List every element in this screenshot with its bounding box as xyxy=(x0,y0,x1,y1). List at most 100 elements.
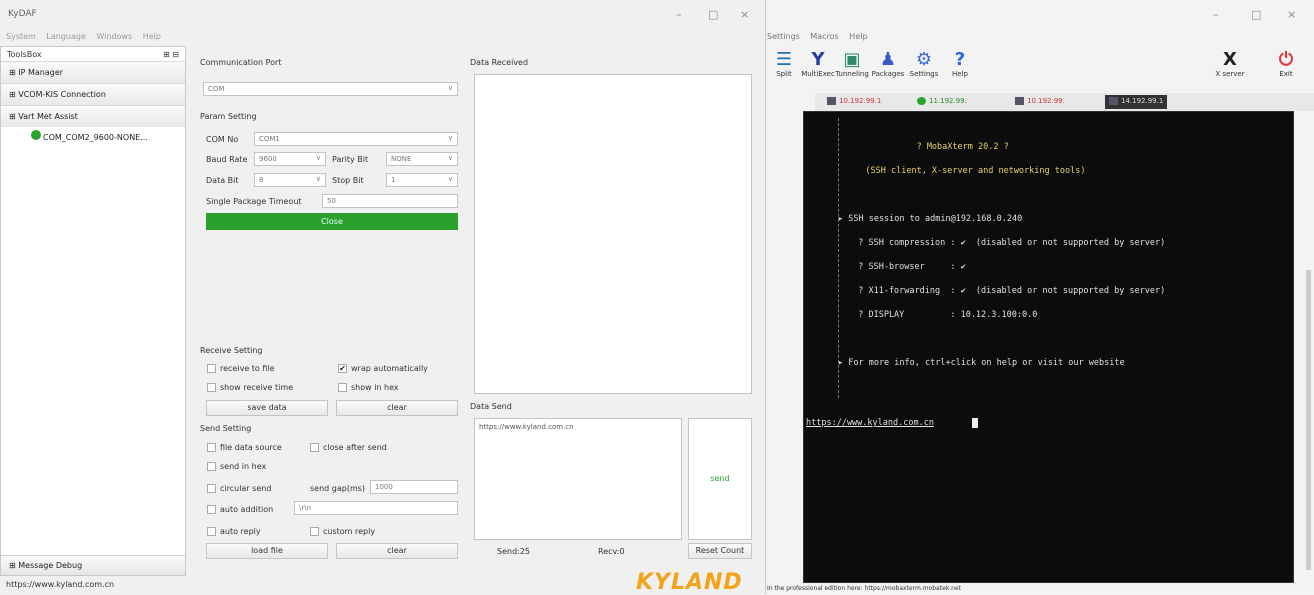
stop-bit-label: Stop Bit xyxy=(332,176,364,185)
help-button[interactable]: ? Help xyxy=(943,49,977,79)
gear-icon: ⚙ xyxy=(915,49,933,70)
menu-system[interactable]: System xyxy=(6,32,36,41)
toolbox-item-vcom[interactable]: ⊞ VCOM-KIS Connection xyxy=(1,83,185,105)
menu-bar: System Language Windows Help xyxy=(6,32,169,41)
custom-reply-label: custom reply xyxy=(323,527,376,536)
terminal-line: ? SSH-browser : ✔ xyxy=(848,262,966,272)
comm-port-label: Communication Port xyxy=(200,58,282,67)
close-button[interactable]: × xyxy=(1287,8,1296,21)
terminal-line: ? DISPLAY : 10.12.3.100:0.0 xyxy=(848,310,1038,320)
send-setting-label: Send Setting xyxy=(200,424,252,433)
help-label: Help xyxy=(952,70,968,78)
close-after-send-checkbox[interactable] xyxy=(310,443,319,452)
baud-label: Baud Rate xyxy=(206,155,248,164)
session-tab-3[interactable]: 10.192.99. xyxy=(1011,95,1069,109)
clear-receive-button[interactable]: clear xyxy=(336,400,458,416)
send-count: Send:25 xyxy=(497,547,531,556)
menu-settings[interactable]: Settings xyxy=(767,32,800,41)
auto-reply-checkbox[interactable] xyxy=(207,527,216,536)
save-data-button[interactable]: save data xyxy=(206,400,328,416)
menu-bar: Settings Macros Help xyxy=(767,32,876,41)
receive-to-file-checkbox[interactable] xyxy=(207,364,216,373)
reset-count-button[interactable]: Reset Count xyxy=(688,543,752,559)
close-button[interactable]: × xyxy=(740,8,749,21)
menu-windows[interactable]: Windows xyxy=(96,32,132,41)
single-timeout-input[interactable]: 50 xyxy=(322,194,458,208)
parity-select[interactable]: NONE xyxy=(386,152,458,166)
data-received-area[interactable] xyxy=(474,74,752,394)
com-session-item[interactable]: COM_COM2_9600-NONE... xyxy=(1,127,185,148)
send-hex-label: send in hex xyxy=(220,462,267,471)
multiexec-icon: Y xyxy=(811,49,825,70)
receive-to-file-label: receive to file xyxy=(220,364,275,373)
close-port-button[interactable]: Close xyxy=(206,213,458,230)
file-source-checkbox[interactable] xyxy=(207,443,216,452)
auto-addition-checkbox[interactable] xyxy=(207,505,216,514)
session-tab-label: 10.192.99.1 xyxy=(839,97,882,105)
session-tab-1[interactable]: 10.192.99.1 xyxy=(823,95,885,109)
xserver-icon: X xyxy=(1223,49,1237,70)
com-no-label: COM No xyxy=(206,135,239,144)
send-button[interactable]: send xyxy=(688,418,752,540)
session-tab-4-active[interactable]: 14.192.99.1 xyxy=(1105,95,1168,109)
banner-frame xyxy=(838,118,1248,398)
send-hex-checkbox[interactable] xyxy=(207,462,216,471)
session-tab-2[interactable]: 11.192.99. xyxy=(913,95,971,109)
stop-bit-select[interactable]: 1 xyxy=(386,173,458,187)
show-time-label: show receive time xyxy=(220,383,294,392)
circular-send-checkbox[interactable] xyxy=(207,484,216,493)
split-button[interactable]: ☰ Split xyxy=(767,50,801,79)
app-title: KyDAF xyxy=(8,9,37,19)
menu-language[interactable]: Language xyxy=(46,32,85,41)
custom-reply-checkbox[interactable] xyxy=(310,527,319,536)
xserver-button[interactable]: X X server xyxy=(1213,49,1247,79)
file-source-label: file data source xyxy=(220,443,282,452)
tunneling-button[interactable]: ▣ Tunneling xyxy=(835,50,869,79)
recv-count: Recv:0 xyxy=(598,547,625,556)
load-file-button[interactable]: load file xyxy=(206,543,328,559)
comm-port-select[interactable]: COM xyxy=(203,82,458,96)
tunneling-label: Tunneling xyxy=(835,70,869,78)
power-icon: ⏻ xyxy=(1278,49,1294,70)
baud-select[interactable]: 9600 xyxy=(254,152,326,166)
session-tab-label: 14.192.99.1 xyxy=(1121,97,1164,105)
auto-reply-label: auto reply xyxy=(220,527,261,536)
menu-help[interactable]: Help xyxy=(849,32,867,41)
toolbox-item-uart[interactable]: ⊞ Vart Met Assist xyxy=(1,105,185,127)
receive-setting-label: Receive Setting xyxy=(200,346,263,355)
terminal-area[interactable]: ? MobaXterm 20.2 ? (SSH client, X-server… xyxy=(803,111,1294,583)
show-hex-checkbox[interactable] xyxy=(338,383,347,392)
maximize-button[interactable]: □ xyxy=(1251,8,1261,21)
toolbox-item-ip-manager[interactable]: ⊞ IP Manager xyxy=(1,61,185,83)
packages-label: Packages xyxy=(871,70,905,78)
help-icon: ? xyxy=(954,49,966,70)
packages-icon: ♟ xyxy=(879,49,897,70)
terminal-prompt: https://www.kyland.com.cn xyxy=(806,418,934,428)
single-timeout-label: Single Package Timeout xyxy=(206,197,302,206)
terminal-line: ? SSH compression : ✔ (disabled or not s… xyxy=(848,238,1166,248)
auto-addition-input[interactable]: \r\n xyxy=(294,501,458,515)
clear-send-button[interactable]: clear xyxy=(336,543,458,559)
data-received-label: Data Received xyxy=(470,58,529,67)
menu-macros[interactable]: Macros xyxy=(810,32,838,41)
exit-button[interactable]: ⏻ Exit xyxy=(1269,49,1303,79)
send-gap-input[interactable]: 1000 xyxy=(370,480,458,494)
data-bit-select[interactable]: 8 xyxy=(254,173,326,187)
data-send-area[interactable]: https://www.kyland.com.cn xyxy=(474,418,682,540)
wrap-checkbox[interactable]: ✔ xyxy=(338,364,347,373)
com-session-label: COM_COM2_9600-NONE... xyxy=(43,133,148,142)
com-no-select[interactable]: COM1 xyxy=(254,132,458,146)
minimize-button[interactable]: – xyxy=(676,8,682,21)
menu-help[interactable]: Help xyxy=(143,32,161,41)
minimize-button[interactable]: – xyxy=(1213,8,1219,21)
wrap-label: wrap automatically xyxy=(351,364,428,373)
dock-icon[interactable]: ⊞ ⊟ xyxy=(163,50,179,59)
settings-button[interactable]: ⚙ Settings xyxy=(907,49,941,79)
scrollbar[interactable] xyxy=(1306,270,1311,570)
terminal-line: (SSH client, X-server and networking too… xyxy=(804,166,1086,176)
toolbox-item-message-debug[interactable]: ⊞ Message Debug xyxy=(1,555,185,575)
show-time-checkbox[interactable] xyxy=(207,383,216,392)
maximize-button[interactable]: □ xyxy=(708,8,718,21)
packages-button[interactable]: ♟ Packages xyxy=(871,49,905,79)
multiexec-button[interactable]: Y MultiExec xyxy=(801,49,835,79)
